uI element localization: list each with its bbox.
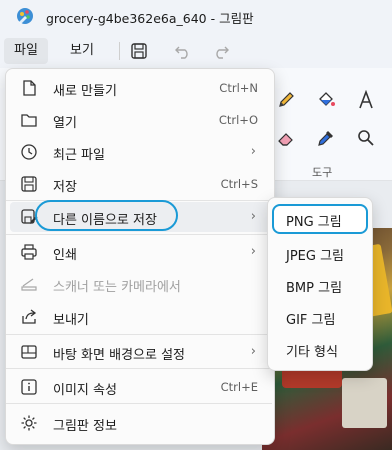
undo-icon[interactable] <box>174 42 192 60</box>
menu-item-label: 그림판 정보 <box>53 419 117 434</box>
desktop-background-icon <box>21 345 37 359</box>
shortcut-text: Ctrl+N <box>219 81 258 95</box>
chevron-right-icon: › <box>250 209 256 224</box>
menu-item-scanner[interactable]: 스캐너 또는 카메라에서 <box>10 269 270 299</box>
image-properties-icon <box>21 379 37 395</box>
menu-item-share[interactable]: 보내기 <box>10 302 270 332</box>
save-icon[interactable] <box>130 42 148 60</box>
share-icon <box>22 309 37 324</box>
menu-item-label: 보내기 <box>53 313 89 328</box>
scanner-icon <box>21 278 37 291</box>
menu-item-label: 스캐너 또는 카메라에서 <box>53 280 181 295</box>
paint-app-icon <box>17 8 33 24</box>
submenu-item-gif[interactable]: GIF 그림 <box>272 302 368 332</box>
shortcut-text: Ctrl+S <box>220 177 258 191</box>
menu-bar: 파일 보기 <box>0 34 392 68</box>
submenu-item-label: 기타 형식 <box>286 345 338 360</box>
menu-item-about[interactable]: 그림판 정보 <box>10 408 270 438</box>
shortcut-text: Ctrl+O <box>218 113 258 127</box>
tools-group-label: 도구 <box>312 166 333 179</box>
gear-icon <box>21 415 37 431</box>
save-as-highlight <box>35 200 178 231</box>
new-file-icon <box>23 80 36 96</box>
menu-item-print[interactable]: 인쇄 › <box>10 237 270 267</box>
menu-item-open[interactable]: 열기 Ctrl+O <box>10 105 270 135</box>
menu-item-label: 바탕 화면 배경으로 설정 <box>53 348 185 363</box>
folder-icon <box>21 114 37 127</box>
file-menu: 새로 만들기 Ctrl+N 열기 Ctrl+O 최근 파일 › 저장 Ctrl+… <box>5 68 275 445</box>
chevron-right-icon: › <box>250 144 256 159</box>
title-bar: grocery-g4be362e6a_640 - 그림판 <box>0 0 392 34</box>
fill-bucket-icon[interactable] <box>316 90 336 110</box>
clock-icon <box>21 144 37 160</box>
color-picker-icon[interactable] <box>316 128 336 148</box>
save-icon <box>21 176 37 192</box>
submenu-item-bmp[interactable]: BMP 그림 <box>272 270 368 300</box>
save-as-submenu: PNG 그림 JPEG 그림 BMP 그림 GIF 그림 기타 형식 <box>267 197 373 371</box>
menu-item-set-desktop-background[interactable]: 바탕 화면 배경으로 설정 › <box>10 337 270 367</box>
submenu-item-label: BMP 그림 <box>286 281 343 296</box>
menu-item-new[interactable]: 새로 만들기 Ctrl+N <box>10 73 270 103</box>
menu-item-label: 저장 <box>53 180 77 195</box>
menu-item-label: 인쇄 <box>53 248 77 263</box>
menu-item-label: 새로 만들기 <box>53 84 117 99</box>
menu-item-label: 최근 파일 <box>53 148 105 163</box>
menubar-divider <box>119 42 120 60</box>
menu-item-recent[interactable]: 최근 파일 › <box>10 137 270 167</box>
text-tool-icon[interactable] <box>356 90 376 110</box>
menu-view[interactable]: 보기 <box>60 38 104 64</box>
submenu-item-jpeg[interactable]: JPEG 그림 <box>272 238 368 268</box>
menu-item-label: 이미지 속성 <box>53 383 117 398</box>
menu-item-image-properties[interactable]: 이미지 속성 Ctrl+E <box>10 372 270 402</box>
menu-divider <box>6 403 272 404</box>
printer-icon <box>21 244 37 260</box>
eraser-icon[interactable] <box>276 128 296 148</box>
menu-divider <box>6 368 272 369</box>
menu-item-label: 열기 <box>53 116 77 131</box>
menu-file[interactable]: 파일 <box>4 38 48 64</box>
submenu-item-png[interactable]: PNG 그림 <box>272 204 368 234</box>
menu-divider <box>6 334 272 335</box>
menu-divider <box>6 234 272 235</box>
pencil-icon[interactable] <box>276 90 296 110</box>
chevron-right-icon: › <box>250 244 256 259</box>
redo-icon[interactable] <box>212 42 230 60</box>
shortcut-text: Ctrl+E <box>220 380 258 394</box>
chevron-right-icon: › <box>250 344 256 359</box>
submenu-item-label: JPEG 그림 <box>286 249 345 264</box>
window-title: grocery-g4be362e6a_640 - 그림판 <box>46 11 254 26</box>
submenu-item-other-formats[interactable]: 기타 형식 <box>272 334 368 364</box>
menu-item-save[interactable]: 저장 Ctrl+S <box>10 169 270 199</box>
submenu-item-label: GIF 그림 <box>286 313 336 328</box>
magnifier-icon[interactable] <box>356 128 376 148</box>
submenu-item-label: PNG 그림 <box>286 215 342 230</box>
